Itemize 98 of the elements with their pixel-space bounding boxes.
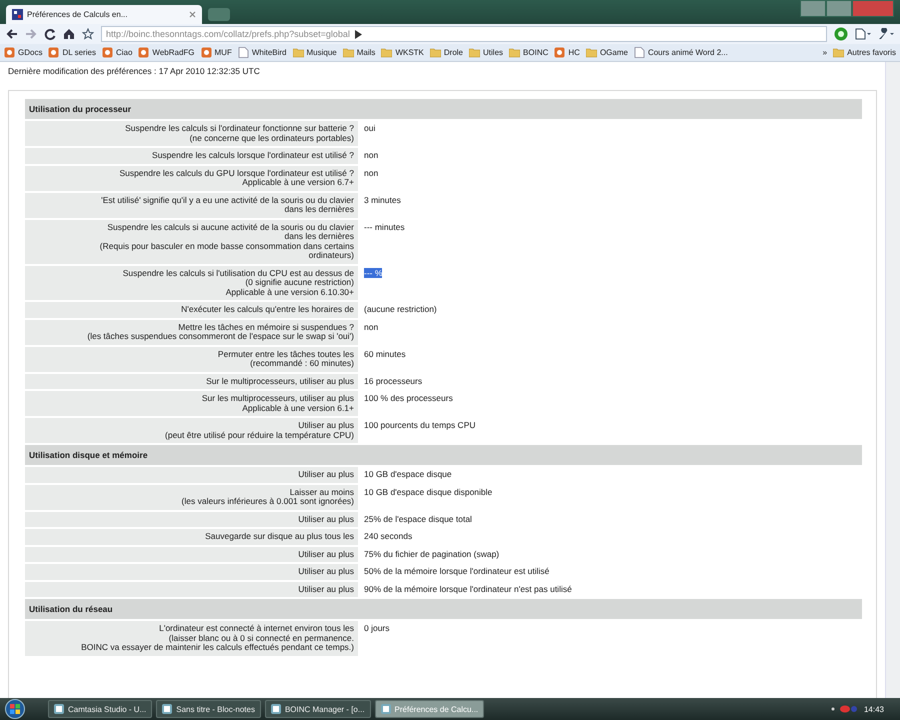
bookmark[interactable]: Musique bbox=[292, 47, 337, 58]
site-icon bbox=[4, 47, 15, 58]
section-header: Utilisation du processeur bbox=[25, 99, 862, 119]
setting-label: Suspendre les calculs si l'ordinateur fonctionne sur batterie ? (ne concerne que les ordinateurs portables) bbox=[25, 121, 358, 146]
site-icon bbox=[200, 47, 212, 58]
reload-icon[interactable] bbox=[44, 28, 56, 40]
section-header: Utilisation disque et mémoire bbox=[25, 445, 862, 465]
taskbar-button[interactable]: Sans titre - Bloc-notes bbox=[156, 700, 261, 718]
last-modified-text: Dernière modification des préférences : 17 Apr 2010 12:32:35 UTC bbox=[8, 66, 261, 76]
close-icon[interactable] bbox=[189, 11, 196, 18]
setting-label: Sur le multiprocesseurs, utiliser au plus bbox=[25, 374, 358, 389]
setting-value: 90% de la mémoire lorsque l'ordinateur n'est pas utilisé bbox=[364, 584, 572, 594]
bookmark[interactable]: WebRadFG bbox=[138, 47, 194, 58]
bookmark[interactable]: HC bbox=[554, 47, 580, 58]
setting-value: (aucune restriction) bbox=[364, 304, 437, 314]
bookmark[interactable]: BOINC bbox=[509, 47, 548, 58]
folder-icon bbox=[469, 47, 480, 58]
setting-value: 25% de l'espace disque total bbox=[364, 514, 472, 524]
setting-value: non bbox=[364, 168, 378, 178]
folder-icon bbox=[381, 47, 392, 58]
setting-value: 50% de la mémoire lorsque l'ordinateur est utilisé bbox=[364, 566, 550, 576]
site-icon bbox=[554, 47, 566, 58]
bookmark[interactable]: Ciao bbox=[102, 47, 132, 58]
setting-label: Sur les multiprocesseurs, utiliser au plus Applicable à une version 6.1+ bbox=[25, 391, 358, 416]
setting-value: 10 GB d'espace disque bbox=[364, 469, 452, 479]
app-icon bbox=[380, 704, 391, 714]
setting-label: Utiliser au plus bbox=[25, 512, 358, 527]
folder-icon bbox=[509, 47, 520, 58]
setting-value: --- minutes bbox=[364, 222, 405, 232]
play-icon[interactable] bbox=[354, 30, 362, 38]
bookmark[interactable]: Utiles bbox=[469, 47, 504, 58]
page-menu-icon[interactable] bbox=[855, 28, 871, 40]
setting-label: Utiliser au plus bbox=[25, 467, 358, 482]
setting-value: 16 processeurs bbox=[364, 376, 422, 386]
setting-label: L'ordinateur est connecté à internet environ tous les (laisser blanc ou à 0 si connecté en permanence. BOINC va essayer de maintenir les calculs effectués pendant ce temps.) bbox=[25, 621, 358, 656]
setting-label: Permuter entre les tâches toutes les (recommandé : 60 minutes) bbox=[25, 346, 358, 372]
browser-tab[interactable]: Préférences de Calculs en... bbox=[6, 5, 202, 24]
start-button-icon[interactable] bbox=[4, 699, 26, 719]
bookmark[interactable]: WKSTK bbox=[381, 47, 424, 58]
site-icon bbox=[48, 47, 60, 58]
app-icon bbox=[162, 704, 172, 714]
bookmark[interactable]: Drole bbox=[430, 47, 464, 58]
setting-label: 'Est utilisé' signifie qu'il y a eu une activité de la souris ou du clavier dans les dernières bbox=[25, 192, 358, 218]
scrollbar[interactable] bbox=[885, 62, 900, 698]
bookmark[interactable]: MUF bbox=[200, 47, 232, 58]
section-header: Utilisation du réseau bbox=[25, 599, 862, 619]
site-icon bbox=[102, 47, 113, 58]
back-icon[interactable] bbox=[6, 28, 18, 40]
setting-value: 10 GB d'espace disque disponible bbox=[364, 486, 492, 496]
setting-label: Utiliser au plus bbox=[25, 582, 358, 597]
site-icon bbox=[138, 47, 150, 58]
bookmark[interactable]: Cours animé Word 2... bbox=[634, 47, 728, 58]
home-icon[interactable] bbox=[63, 28, 75, 40]
setting-label: Utiliser au plus bbox=[25, 564, 358, 580]
setting-label: Utiliser au plus (peut être utilisé pour réduire la température CPU) bbox=[25, 418, 358, 443]
other-bookmarks[interactable]: Autres favoris bbox=[833, 47, 896, 58]
setting-label: Laisser au moins (les valeurs inférieures à 0.001 sont ignorées) bbox=[25, 484, 358, 510]
app-icon bbox=[270, 704, 281, 714]
app-icon bbox=[54, 704, 64, 714]
setting-value: non bbox=[364, 150, 378, 160]
setting-label: N'exécuter les calculs qu'entre les horaires de bbox=[25, 302, 358, 318]
setting-value: 240 seconds bbox=[364, 531, 412, 541]
taskbar-button[interactable]: BOINC Manager - [o... bbox=[264, 700, 371, 718]
setting-value: non bbox=[364, 322, 378, 332]
extension-icon[interactable] bbox=[834, 27, 848, 41]
folder-icon bbox=[586, 47, 597, 58]
clock: 14:43 bbox=[864, 704, 884, 714]
setting-value: 75% du fichier de pagination (swap) bbox=[364, 548, 500, 558]
setting-value: --- % bbox=[364, 268, 382, 278]
setting-value: 100 pourcents du temps CPU bbox=[364, 420, 476, 430]
taskbar-button[interactable]: Camtasia Studio - U... bbox=[48, 700, 152, 718]
bookmark[interactable]: WhiteBird bbox=[238, 47, 287, 58]
bookmark[interactable]: OGame bbox=[586, 47, 628, 58]
bookmark[interactable]: DL series bbox=[48, 47, 96, 58]
folder-icon bbox=[342, 47, 354, 58]
folder-icon bbox=[430, 47, 441, 58]
setting-label: Suspendre les calculs si aucune activité de la souris ou du clavier dans les dernières (Requis pour basculer en mode basse consommation dans certains ordinateurs) bbox=[25, 220, 358, 264]
setting-value: 60 minutes bbox=[364, 348, 406, 358]
setting-label: Suspendre les calculs du GPU lorsque l'ordinateur est utilisé ? Applicable à une version 6.7+ bbox=[25, 166, 358, 190]
tray-icons[interactable] bbox=[830, 704, 860, 714]
setting-label: Sauvegarde sur disque au plus tous les bbox=[25, 529, 358, 544]
setting-value: oui bbox=[364, 123, 376, 133]
setting-label: Utiliser au plus bbox=[25, 546, 358, 562]
setting-label: Suspendre les calculs si l'utilisation du CPU est au dessus de (0 signifie aucune restriction) Applicable à une version 6.10.30+ bbox=[25, 266, 358, 300]
page-icon bbox=[238, 47, 249, 58]
favicon-icon bbox=[12, 9, 23, 20]
setting-label: Suspendre les calculs lorsque l'ordinateur est utilisé ? bbox=[25, 148, 358, 164]
setting-value: 0 jours bbox=[364, 623, 390, 633]
bookmark[interactable]: Mails bbox=[342, 47, 376, 58]
more-bookmarks-button[interactable]: » bbox=[822, 48, 828, 57]
setting-value: 100 % des processeurs bbox=[364, 393, 453, 403]
setting-value: 3 minutes bbox=[364, 194, 401, 204]
star-icon[interactable] bbox=[82, 28, 94, 40]
setting-label: Mettre les tâches en mémoire si suspendues ? (les tâches suspendues consommeront de l'espace sur le swap si 'oui') bbox=[25, 320, 358, 344]
bookmark[interactable]: GDocs bbox=[4, 47, 42, 58]
page-icon bbox=[634, 47, 645, 58]
folder-icon bbox=[833, 47, 844, 58]
folder-icon bbox=[292, 47, 304, 58]
